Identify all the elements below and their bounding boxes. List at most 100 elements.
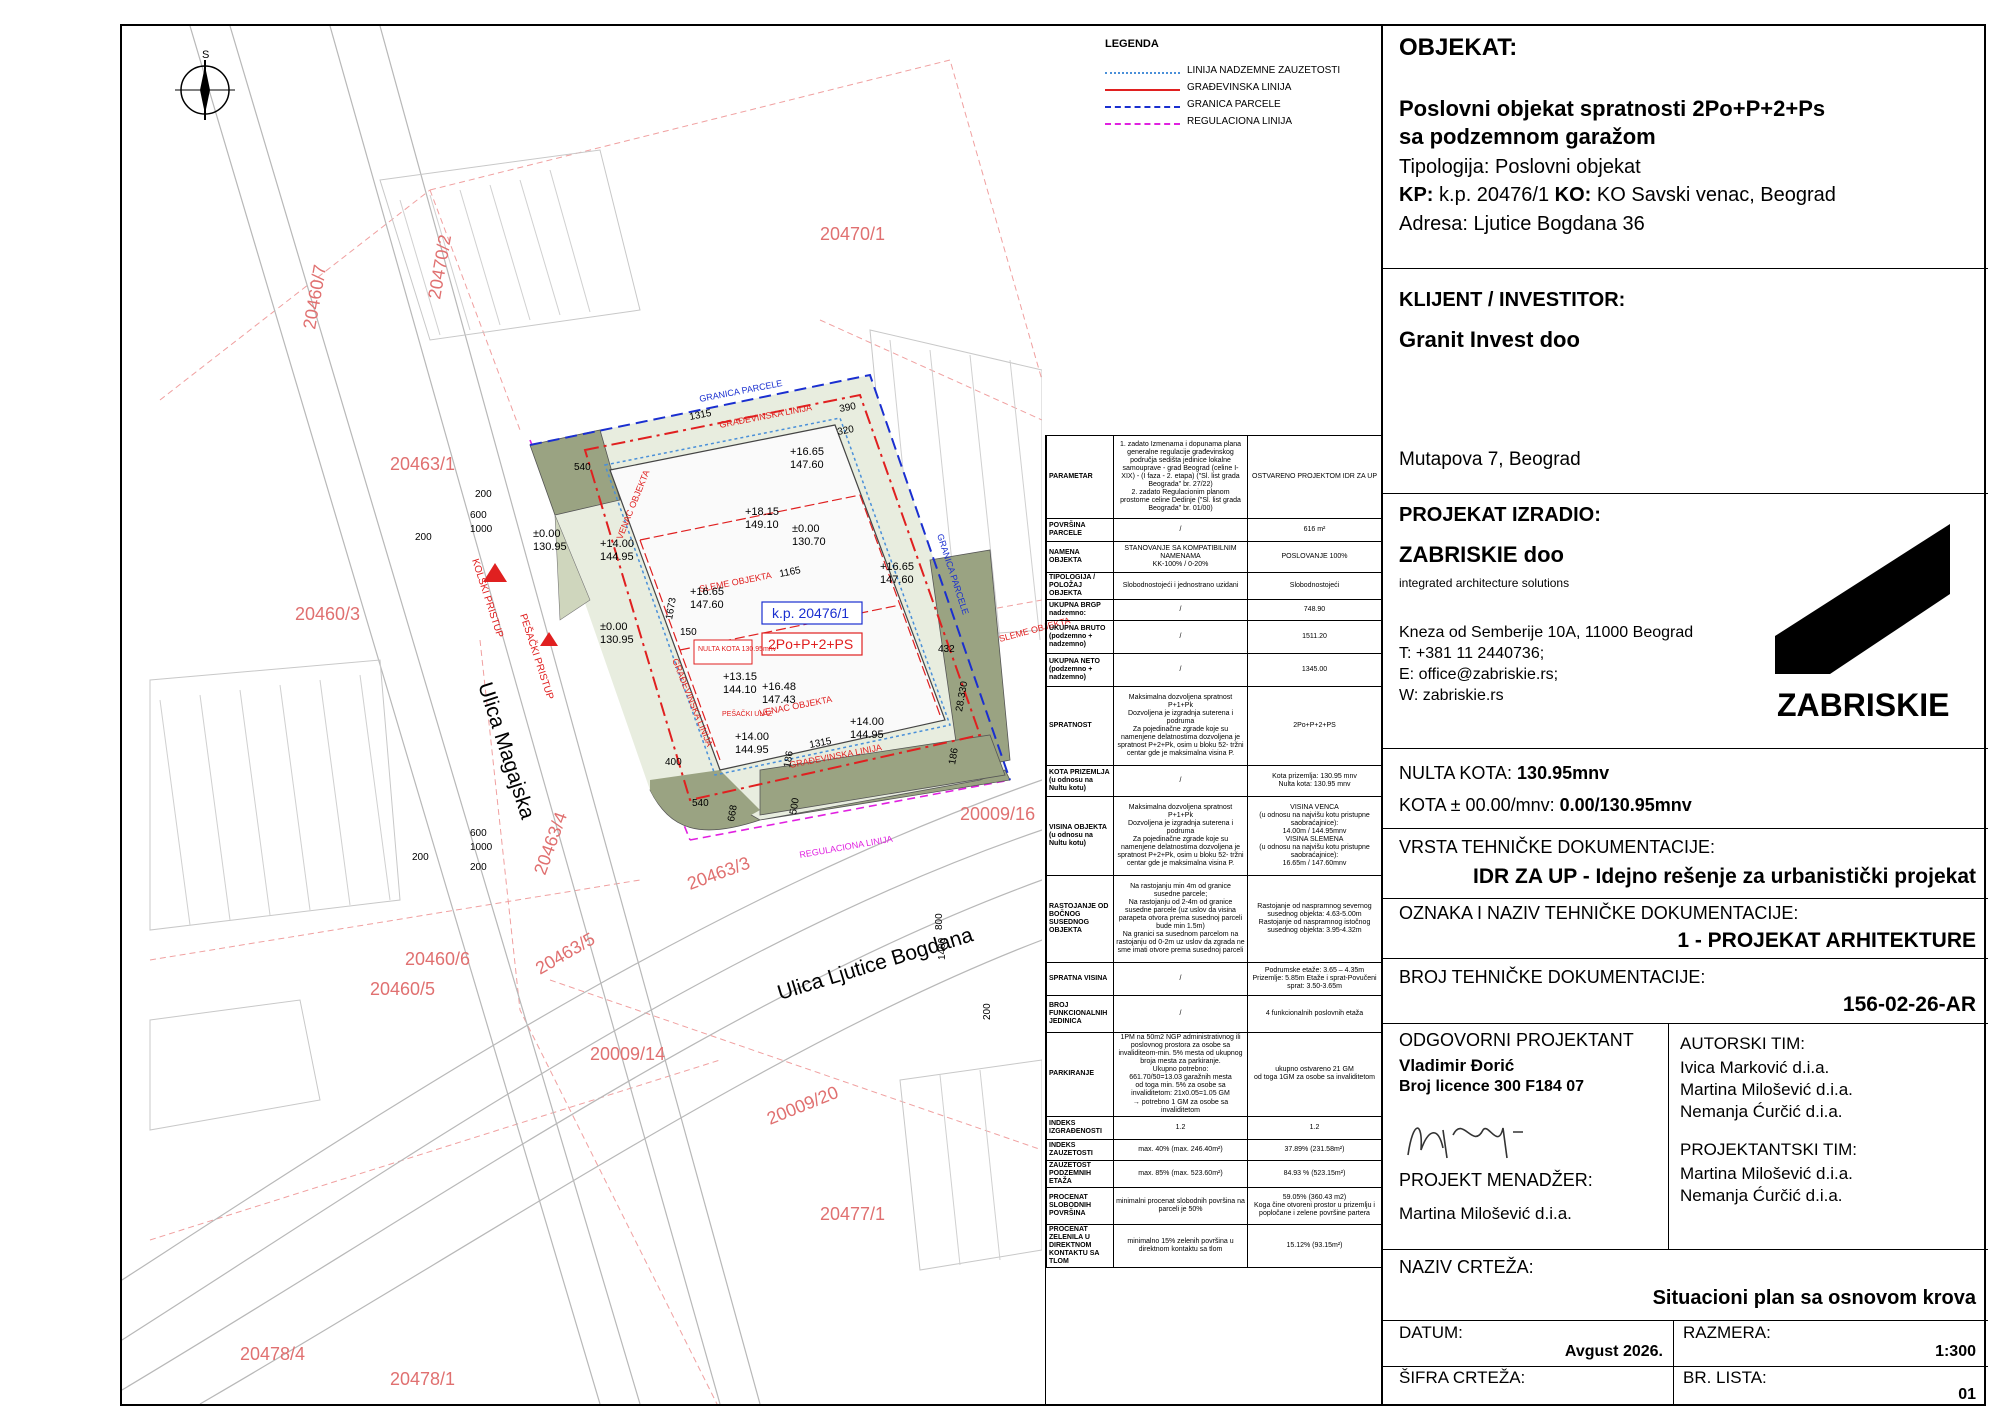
parameters-cell: 1345.00 [1247,653,1382,688]
parameters-cell: KOTA PRIZEMLJA (u odnosu na Nultu kotu) [1046,765,1114,798]
parcel-label: 20478/1 [390,1369,455,1389]
parcel-label: 20009/16 [960,804,1035,824]
parameters-cell: Na rastojanju min 4m od granice susedne … [1113,875,1248,964]
legend-label: LINIJA NADZEMNE ZAUZETOSTI [1187,65,1341,76]
parcel-label: 20463/1 [390,454,455,474]
parameters-cell: SPRATNA VISINA [1046,962,1114,997]
level-mark: +16.65 [690,586,724,598]
parameters-cell: / [1113,518,1248,542]
parcel-number-box: k.p. 20476/1 [761,601,863,625]
doc-type-section: VRSTA TEHNIČKE DOKUMENTACIJE: IDR ZA UP … [1383,829,1988,899]
client-name: Granit Invest doo [1399,327,1580,352]
parameters-cell: / [1113,599,1248,622]
parcel-label: 20478/4 [240,1344,305,1364]
parameters-cell: 2Po+P+2+PS [1247,686,1382,767]
level-section: NULTA KOTA: 130.95mnv KOTA ± 00.00/mnv: … [1383,749,1988,829]
parameters-header-cell: PARAMETAR [1046,435,1114,519]
level-mark: 144.95 [600,551,634,563]
parameters-cell: Maksimalna dozvoljena spratnost P+1+Pk D… [1113,686,1248,767]
legend-label: REGULACIONA LINIJA [1187,116,1293,127]
sheet-section: BR. LISTA: 01 [1673,1366,1988,1406]
svg-text:ZABRISKIE: ZABRISKIE [1777,687,1949,723]
title-block: OBJEKAT: Poslovni objekat spratnosti 2Po… [1381,24,1988,1406]
authors-label: AUTORSKI TIM: [1680,1034,1806,1053]
firm-name: ZABRISKIE doo [1399,542,1564,567]
north-label: S [202,49,209,61]
street-name: Ulica Ljutice Bogdana [775,923,976,1004]
parameters-cell: max. 85% (max. 523.60m²) [1113,1159,1248,1188]
parcel-label: 20460/5 [370,979,435,999]
doc-name-section: OZNAKA I NAZIV TEHNIČKE DOKUMENTACIJE: 1… [1383,899,1988,959]
parameters-row: VISINA OBJEKTA (u odnosu na Nultu kotu) M… [1046,796,1382,877]
level-mark: +16.65 [880,561,914,573]
manager-label: PROJEKT MENADŽER: [1399,1170,1593,1190]
parameters-cell: / [1113,620,1248,655]
author-member: Martina Milošević d.i.a. [1680,1080,1853,1099]
design-member: Nemanja Ćurčić d.i.a. [1680,1186,1843,1205]
zero-level: NULTA KOTA: 130.95mnv [1399,763,1610,783]
object-title-2: sa podzemnom garažom [1399,124,1656,149]
legend-label: GRANICA PARCELE [1187,99,1281,110]
level-mark: 149.10 [745,519,779,531]
north-arrow [175,60,235,120]
entrance-label: PEŠAČKI ULAZ [722,709,773,718]
address: Adresa: Ljutice Bogdana 36 [1399,213,1645,235]
legend-line-swatch [1105,72,1180,74]
parcel-label: 20009/14 [590,1044,665,1064]
doc-type-label: VRSTA TEHNIČKE DOKUMENTACIJE: [1399,837,1716,857]
parameters-header-cell: OSTVARENO PROJEKTOM IDR ZA UP [1247,435,1382,519]
author-member: Nemanja Ćurčić d.i.a. [1680,1102,1843,1121]
parameters-row: UKUPNA NETO (podzemno + nadzemno)/1345.0… [1046,653,1382,688]
parameters-cell: 1PM na 50m2 NGP administrativnog ili pos… [1113,1032,1248,1117]
parameters-cell: BROJ FUNKCIONALNIH JEDINICA [1046,995,1114,1034]
responsible-section: ODGOVORNI PROJEKTANT Vladimir Đorić Broj… [1383,1024,1669,1250]
reference-level: KOTA ± 00.00/mnv: 0.00/130.95mnv [1399,795,1692,815]
parameters-row: SPRATNOST Maksimalna dozvoljena spratnost… [1046,686,1382,767]
parcel-label: 20477/1 [820,1204,885,1224]
level-mark: 144.95 [850,729,884,741]
legend: LEGENDA LINIJA NADZEMNE ZAUZETOSTI GRAĐEV… [1105,38,1340,132]
level-mark: 147.60 [790,459,824,471]
parameters-cell: INDEKS ZAUZETOSTI [1046,1138,1114,1161]
signature [1407,1127,1523,1159]
cadastral-parcel: KP: k.p. 20476/1 KO: KO Savski venac, Be… [1399,184,1836,206]
parameters-cell: PROCENAT ZELENILA U DIREKTNOM KONTAKTU S… [1046,1223,1114,1268]
firm-email: E: office@zabriskie.rs; [1399,666,1559,683]
dimension-label: 1000 [470,842,493,853]
level-mark: +13.15 [723,671,757,683]
license-number: Broj licence 300 F184 07 [1399,1078,1584,1095]
doc-name-label: OZNAKA I NAZIV TEHNIČKE DOKUMENTACIJE: [1399,903,1799,923]
dimension-label: 1000 [470,524,493,535]
level-mark: 130.70 [792,536,826,548]
parameters-cell: SPRATNOST [1046,686,1114,767]
firm-address: Kneza od Semberije 10A, 11000 Beograd [1399,624,1694,641]
level-mark: ±0.00 [792,523,819,535]
dimension-label: 1400 [937,937,948,960]
parcel-label: 20460/6 [405,949,470,969]
dimension-label: 200 [415,532,432,543]
parameters-cell: / [1113,765,1248,798]
object-title-1: Poslovni objekat spratnosti 2Po+P+2+Ps [1399,96,1826,121]
parameters-cell: ZAUZETOST PODZEMNIH ETAŽA [1046,1159,1114,1188]
parameters-row: NAMENA OBJEKTA STANOVANJE SA KOMPATIBILNI… [1046,541,1382,573]
firm-web: W: zabriskie.rs [1399,687,1504,704]
parameters-cell: VISINA OBJEKTA (u odnosu na Nultu kotu) [1046,796,1114,877]
doc-number: 156-02-26-AR [1842,993,1976,1016]
legend-title: LEGENDA [1105,38,1159,50]
date-label: DATUM: [1399,1323,1463,1342]
client-address: Mutapova 7, Beograd [1399,449,1581,470]
level-mark: 130.95 [600,634,634,646]
dimension-label: 432 [938,644,955,655]
parameters-cell: TIPOLOGIJA / POLOŽAJ OBJEKTA [1046,571,1114,601]
parameters-cell: 748.90 [1247,599,1382,622]
sheet-label: BR. LISTA: [1683,1368,1767,1387]
parameters-row: INDEKS ZAUZETOSTI max. 40% (max. 246.40m²… [1046,1138,1382,1161]
scale-value: 1:300 [1935,1343,1976,1360]
parameters-cell: 15.12% (93.15m²) [1247,1223,1382,1268]
dimension-label: 540 [692,798,709,809]
svg-text:2Po+P+2+PS: 2Po+P+2+PS [768,636,853,652]
legend-item: GRANICA PARCELE [1105,98,1281,115]
parameters-cell: minimalni procenat slobodnih površina na… [1113,1186,1248,1225]
dimension-label: 200 [412,852,429,863]
parameters-cell: Slobodnostojeći [1247,571,1382,601]
